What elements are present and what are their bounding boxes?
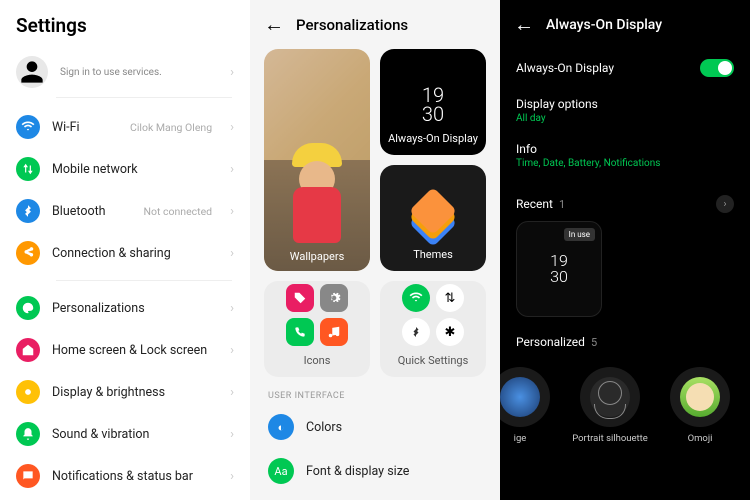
- ui-row[interactable]: Aa Font & display size: [250, 449, 500, 493]
- themes-icon: [411, 196, 455, 240]
- aod-panel: ← Always-On Display Always-On Display Di…: [500, 0, 750, 500]
- sun-icon: [16, 380, 40, 404]
- row-icon: ◐: [268, 414, 294, 440]
- user-avatar-icon: [16, 56, 48, 88]
- row-label: Personalizations: [52, 301, 212, 316]
- row-label: Wi-Fi: [52, 120, 118, 135]
- divider: [56, 280, 232, 281]
- icons-card[interactable]: Icons: [264, 281, 370, 377]
- settings-row[interactable]: Personalizations ›: [0, 287, 250, 329]
- settings-row[interactable]: Sound & vibration ›: [0, 413, 250, 455]
- recent-header: Recent 1 ›: [500, 177, 750, 221]
- wallpaper-preview: [264, 49, 370, 271]
- row-label: Colors: [306, 420, 342, 435]
- page-title: Settings: [0, 0, 250, 47]
- avatar-label: ige: [514, 433, 527, 444]
- personalized-header: Personalized 5: [500, 317, 750, 357]
- settings-row[interactable]: Display & brightness ›: [0, 371, 250, 413]
- wifi-icon: [16, 115, 40, 139]
- section-header: USER INTERFACE: [250, 377, 500, 405]
- aod-toggle-row[interactable]: Always-On Display: [500, 49, 750, 87]
- avatar-option[interactable]: ige: [500, 367, 560, 444]
- share-icon: [16, 241, 40, 265]
- chevron-right-icon: ›: [230, 65, 234, 80]
- row-label: Mobile network: [52, 162, 212, 177]
- card-label: Wallpapers: [264, 250, 370, 263]
- divider: [56, 97, 232, 98]
- aod-preview-card[interactable]: In use 19 30: [516, 221, 602, 317]
- row-label: Notifications & status bar: [52, 469, 212, 484]
- avatar-port-icon: [580, 367, 640, 427]
- card-label: Always-On Display: [388, 124, 478, 155]
- icons-preview: [264, 281, 370, 346]
- display-options-row[interactable]: Display options: [500, 87, 750, 113]
- chevron-right-icon: ›: [230, 120, 234, 135]
- chevron-right-icon: ›: [230, 246, 234, 261]
- home-icon: [16, 338, 40, 362]
- settings-row[interactable]: Mobile network ›: [0, 148, 250, 190]
- display-options-value: All day: [500, 113, 750, 132]
- settings-row[interactable]: Home screen & Lock screen ›: [0, 329, 250, 371]
- card-label: Icons: [304, 346, 331, 377]
- row-label: Sound & vibration: [52, 427, 212, 442]
- updown-icon: [16, 157, 40, 181]
- paint-icon: [16, 296, 40, 320]
- personalizations-panel: ← Personalizations Wallpapers 19 30 Alwa…: [250, 0, 500, 500]
- settings-row[interactable]: Notifications & status bar ›: [0, 455, 250, 497]
- row-label: Home screen & Lock screen: [52, 343, 212, 358]
- card-label: Quick Settings: [398, 346, 469, 377]
- account-row[interactable]: Sign in to use services. ›: [0, 47, 250, 97]
- chevron-right-icon[interactable]: ›: [716, 195, 734, 213]
- chevron-right-icon: ›: [230, 385, 234, 400]
- row-label: Display & brightness: [52, 385, 212, 400]
- avatar-label: Omoji: [688, 433, 713, 444]
- toggle-on-icon[interactable]: [700, 59, 734, 77]
- notif-icon: [16, 464, 40, 488]
- bt-icon: [16, 199, 40, 223]
- aod-clock: 19 30: [422, 86, 444, 124]
- row-value: Cilok Mang Oleng: [130, 121, 212, 134]
- ui-row[interactable]: ◐ Colors: [250, 405, 500, 449]
- chevron-right-icon: ›: [230, 427, 234, 442]
- aod-card[interactable]: 19 30 Always-On Display: [380, 49, 486, 155]
- quick-settings-card[interactable]: ⇅ ✱ Quick Settings: [380, 281, 486, 377]
- info-value: Time, Date, Battery, Notifications: [500, 158, 750, 177]
- settings-row[interactable]: Connection & sharing ›: [0, 232, 250, 274]
- header: ← Personalizations: [250, 0, 500, 49]
- chevron-right-icon: ›: [230, 343, 234, 358]
- row-icon: Aa: [268, 458, 294, 484]
- page-title: Always-On Display: [546, 17, 662, 33]
- avatar-gem-icon: [500, 367, 550, 427]
- avatar-option[interactable]: Portrait silhouette: [570, 367, 650, 444]
- page-title: Personalizations: [296, 16, 408, 34]
- avatar-option[interactable]: Omoji: [660, 367, 740, 444]
- chevron-right-icon: ›: [230, 301, 234, 316]
- settings-row[interactable]: Bluetooth Not connected ›: [0, 190, 250, 232]
- chevron-right-icon: ›: [230, 162, 234, 177]
- back-icon[interactable]: ←: [264, 12, 284, 37]
- avatar-label: Portrait silhouette: [572, 433, 648, 444]
- row-label: Font & display size: [306, 464, 409, 479]
- row-label: Bluetooth: [52, 204, 132, 219]
- in-use-badge: In use: [564, 228, 595, 241]
- row-value: Not connected: [144, 205, 213, 218]
- back-icon[interactable]: ←: [514, 12, 534, 37]
- chevron-right-icon: ›: [230, 469, 234, 484]
- bell-icon: [16, 422, 40, 446]
- settings-panel: Settings Sign in to use services. › Wi-F…: [0, 0, 250, 500]
- row-label: Connection & sharing: [52, 246, 212, 261]
- wallpapers-card[interactable]: Wallpapers: [264, 49, 370, 271]
- qs-preview: ⇅ ✱: [380, 281, 486, 346]
- account-subtext: Sign in to use services.: [60, 67, 212, 78]
- avatar-omoji-icon: [670, 367, 730, 427]
- header: ← Always-On Display: [500, 0, 750, 49]
- info-row[interactable]: Info: [500, 132, 750, 158]
- themes-card[interactable]: Themes: [380, 165, 486, 271]
- settings-row[interactable]: Wi-Fi Cilok Mang Oleng ›: [0, 106, 250, 148]
- chevron-right-icon: ›: [230, 204, 234, 219]
